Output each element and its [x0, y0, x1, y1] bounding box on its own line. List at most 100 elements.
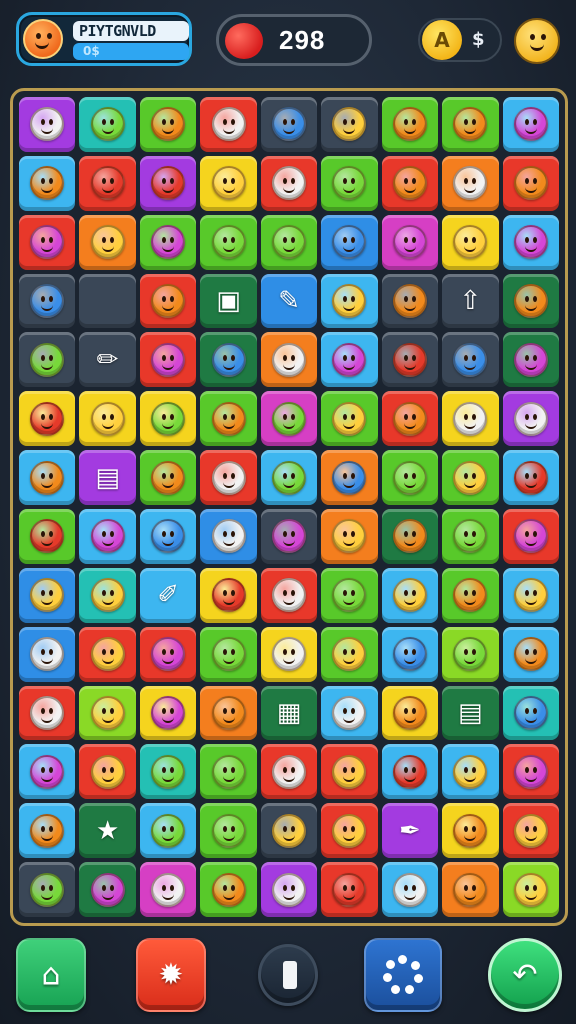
board-tile[interactable]: [200, 567, 257, 623]
board-tile[interactable]: [19, 450, 76, 505]
board-tile[interactable]: [442, 862, 499, 917]
board-tile[interactable]: [79, 509, 136, 564]
board-tile[interactable]: [442, 450, 499, 505]
board-tile[interactable]: [19, 155, 76, 211]
board-tile[interactable]: ▣: [200, 273, 257, 329]
board-tile[interactable]: [260, 567, 318, 623]
board-tile[interactable]: ✏: [79, 332, 136, 388]
board-tile[interactable]: [321, 332, 378, 388]
board-tile[interactable]: [502, 450, 559, 505]
board-tile[interactable]: [260, 332, 318, 388]
board-tile[interactable]: [321, 214, 378, 270]
board-tile[interactable]: [381, 744, 439, 800]
board-tile[interactable]: [321, 509, 378, 564]
board-tile[interactable]: [442, 509, 499, 564]
board-tile[interactable]: [321, 155, 378, 211]
board-tile[interactable]: [79, 862, 136, 917]
board-tile[interactable]: ✐: [139, 567, 197, 623]
board-tile[interactable]: [381, 391, 439, 447]
board-tile[interactable]: [79, 97, 136, 152]
board-tile[interactable]: [381, 273, 439, 329]
board-tile[interactable]: [381, 450, 439, 505]
board-tile[interactable]: [200, 509, 257, 564]
board-tile[interactable]: [139, 862, 197, 917]
board-tile[interactable]: [260, 803, 318, 859]
board-tile[interactable]: [442, 97, 499, 152]
board-tile[interactable]: [502, 803, 559, 859]
board-tile[interactable]: ▦: [260, 685, 318, 741]
board-tile[interactable]: [19, 97, 76, 152]
board-tile[interactable]: [260, 862, 318, 917]
board-tile[interactable]: [442, 332, 499, 388]
board-tile[interactable]: [502, 685, 559, 741]
board-tile[interactable]: [139, 685, 197, 741]
home-button[interactable]: ⌂: [16, 938, 86, 1012]
board-tile[interactable]: [321, 626, 378, 682]
board-tile[interactable]: ⇧: [442, 273, 499, 329]
board-tile[interactable]: [381, 332, 439, 388]
board-tile[interactable]: [139, 273, 197, 329]
board-tile[interactable]: [381, 214, 439, 270]
board-tile[interactable]: [139, 214, 197, 270]
board-tile[interactable]: [502, 567, 559, 623]
board-tile[interactable]: [321, 803, 378, 859]
board-tile[interactable]: [502, 332, 559, 388]
board-tile[interactable]: [19, 509, 76, 564]
board-tile[interactable]: ▤: [442, 685, 499, 741]
board-tile[interactable]: [321, 744, 378, 800]
board-tile[interactable]: [200, 332, 257, 388]
board-tile[interactable]: [502, 155, 559, 211]
board-tile[interactable]: [79, 391, 136, 447]
board-tile[interactable]: [502, 626, 559, 682]
board-tile[interactable]: [139, 626, 197, 682]
board-tile[interactable]: [139, 155, 197, 211]
board-tile[interactable]: [79, 155, 136, 211]
board-tile[interactable]: [79, 626, 136, 682]
player-panel[interactable]: PIYTGNVLD 0$: [16, 12, 192, 66]
board-tile[interactable]: [19, 744, 76, 800]
board-tile[interactable]: [200, 744, 257, 800]
board-tile[interactable]: [79, 214, 136, 270]
shuffle-button[interactable]: [364, 938, 442, 1012]
game-board[interactable]: ▣ ✎ ⇧ ✏ ▤ ✐ ▦ ▤ ★ ✒: [10, 88, 568, 926]
board-tile[interactable]: [442, 626, 499, 682]
board-tile[interactable]: [502, 391, 559, 447]
board-tile[interactable]: [442, 744, 499, 800]
board-tile[interactable]: [260, 450, 318, 505]
smiley-face-icon[interactable]: [514, 18, 560, 64]
board-tile[interactable]: [79, 273, 136, 329]
board-tile[interactable]: [260, 155, 318, 211]
board-tile[interactable]: [200, 685, 257, 741]
board-tile[interactable]: [381, 155, 439, 211]
board-tile[interactable]: [19, 332, 76, 388]
board-tile[interactable]: [139, 803, 197, 859]
board-tile[interactable]: [502, 214, 559, 270]
board-tile[interactable]: [139, 450, 197, 505]
board-tile[interactable]: [381, 862, 439, 917]
board-tile[interactable]: [321, 273, 378, 329]
board-tile[interactable]: [260, 214, 318, 270]
board-tile[interactable]: [321, 97, 378, 152]
board-tile[interactable]: [321, 391, 378, 447]
board-tile[interactable]: [19, 214, 76, 270]
board-tile[interactable]: [139, 509, 197, 564]
board-tile[interactable]: [200, 450, 257, 505]
board-tile[interactable]: [79, 744, 136, 800]
board-tile[interactable]: ✒: [381, 803, 439, 859]
board-tile[interactable]: [321, 567, 378, 623]
board-tile[interactable]: [502, 97, 559, 152]
coin-panel[interactable]: A $: [418, 18, 502, 62]
board-tile[interactable]: [442, 155, 499, 211]
board-tile[interactable]: [502, 273, 559, 329]
board-tile[interactable]: [19, 273, 76, 329]
undo-button[interactable]: ↶: [488, 938, 562, 1012]
board-tile[interactable]: [442, 803, 499, 859]
board-tile[interactable]: [200, 626, 257, 682]
board-tile[interactable]: [442, 391, 499, 447]
board-tile[interactable]: [442, 214, 499, 270]
board-tile[interactable]: [19, 685, 76, 741]
board-tile[interactable]: [321, 450, 378, 505]
board-tile[interactable]: [381, 97, 439, 152]
board-tile[interactable]: [19, 626, 76, 682]
board-tile[interactable]: [139, 391, 197, 447]
